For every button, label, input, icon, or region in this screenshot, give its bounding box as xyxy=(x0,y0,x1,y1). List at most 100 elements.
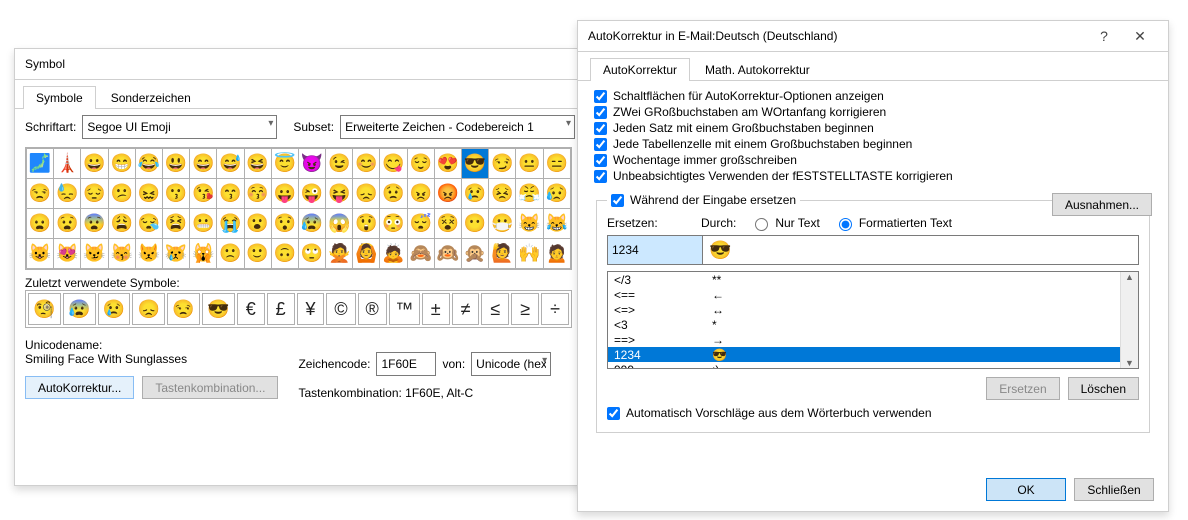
recent-cell[interactable]: ≥ xyxy=(511,293,539,325)
close-button[interactable]: Schließen xyxy=(1074,478,1154,501)
emoji-cell[interactable]: 😪 xyxy=(135,209,162,239)
emoji-cell[interactable]: 😩 xyxy=(108,209,135,239)
emoji-cell[interactable]: 🙆 xyxy=(353,239,380,269)
chk-capslock[interactable]: Unbeabsichtigtes Verwenden der fESTSTELL… xyxy=(594,169,1152,183)
emoji-cell[interactable]: 😀 xyxy=(81,149,108,179)
chk-table-cell[interactable]: Jede Tabellenzelle mit einem Großbuchsta… xyxy=(594,137,1152,151)
radio-formatted-text[interactable]: Formatierten Text xyxy=(834,215,952,231)
emoji-cell[interactable]: 🙄 xyxy=(298,239,325,269)
recent-cell[interactable]: 😎 xyxy=(202,293,235,325)
code-input[interactable] xyxy=(376,352,436,376)
chk-weekdays[interactable]: Wochentage immer großschreiben xyxy=(594,153,1152,167)
emoji-cell[interactable]: 😰 xyxy=(298,209,325,239)
emoji-cell[interactable]: 😺 xyxy=(27,239,54,269)
emoji-cell[interactable]: 😚 xyxy=(244,179,271,209)
list-row[interactable]: <3* xyxy=(608,317,1138,332)
emoji-cell[interactable]: 😯 xyxy=(271,209,298,239)
with-box[interactable]: 😎 xyxy=(702,235,1139,265)
recent-cell[interactable]: 😰 xyxy=(63,293,96,325)
autocorrect-button[interactable]: AutoKorrektur... xyxy=(25,376,134,399)
chk-two-caps[interactable]: ZWei GRoßbuchstaben am WOrtanfang korrig… xyxy=(594,105,1152,119)
emoji-cell[interactable]: 🙃 xyxy=(271,239,298,269)
emoji-cell[interactable]: 🙍 xyxy=(543,239,570,269)
emoji-cell[interactable]: 😍 xyxy=(434,149,461,179)
emoji-cell[interactable]: 😅 xyxy=(217,149,244,179)
emoji-cell[interactable]: 🙋 xyxy=(489,239,516,269)
emoji-cell[interactable]: 😡 xyxy=(434,179,461,209)
emoji-cell[interactable]: 😜 xyxy=(298,179,325,209)
emoji-cell[interactable]: 😓 xyxy=(54,179,81,209)
emoji-cell[interactable]: 😦 xyxy=(27,209,54,239)
emoji-cell[interactable]: 😝 xyxy=(326,179,353,209)
emoji-cell[interactable]: 😥 xyxy=(543,179,570,209)
emoji-cell[interactable]: 😙 xyxy=(217,179,244,209)
chk-sentence[interactable]: Jeden Satz mit einem Großbuchstaben begi… xyxy=(594,121,1152,135)
emoji-cell[interactable]: 😁 xyxy=(108,149,135,179)
emoji-cell[interactable]: 😌 xyxy=(407,149,434,179)
emoji-cell[interactable]: 😽 xyxy=(108,239,135,269)
font-select[interactable] xyxy=(82,115,277,139)
emoji-cell[interactable]: 🙇 xyxy=(380,239,407,269)
list-row[interactable]: ==>→ xyxy=(608,332,1138,347)
from-select[interactable] xyxy=(471,352,551,376)
emoji-cell[interactable]: 😏 xyxy=(489,149,516,179)
recent-cell[interactable]: ™ xyxy=(389,293,420,325)
recent-cell[interactable]: ÷ xyxy=(541,293,569,325)
replace-input[interactable] xyxy=(607,235,702,265)
emoji-cell[interactable]: 😑 xyxy=(543,149,570,179)
emoji-cell[interactable]: 😞 xyxy=(353,179,380,209)
emoji-cell[interactable]: 🗾 xyxy=(27,149,54,179)
chk-show-buttons[interactable]: Schaltflächen für AutoKorrektur-Optionen… xyxy=(594,89,1152,103)
emoji-cell[interactable]: 😎 xyxy=(462,149,489,179)
emoji-cell[interactable]: 🙁 xyxy=(217,239,244,269)
exceptions-button[interactable]: Ausnahmen... xyxy=(1052,193,1152,216)
emoji-cell[interactable]: 😨 xyxy=(81,209,108,239)
emoji-cell[interactable]: 😬 xyxy=(190,209,217,239)
emoji-cell[interactable]: 😈 xyxy=(298,149,325,179)
tab-autokorrektur[interactable]: AutoKorrektur xyxy=(590,58,690,81)
recent-cell[interactable]: £ xyxy=(267,293,295,325)
emoji-cell[interactable]: 😵 xyxy=(434,209,461,239)
list-row[interactable]: 999:) xyxy=(608,362,1138,369)
emoji-cell[interactable]: 😳 xyxy=(380,209,407,239)
recent-cell[interactable]: ± xyxy=(422,293,450,325)
emoji-cell[interactable]: 😱 xyxy=(326,209,353,239)
emoji-cell[interactable]: 😐 xyxy=(516,149,543,179)
recent-cell[interactable]: © xyxy=(326,293,355,325)
emoji-cell[interactable]: 😫 xyxy=(162,209,189,239)
recent-cell[interactable]: 😒 xyxy=(167,293,200,325)
emoji-cell[interactable]: 😹 xyxy=(543,209,570,239)
emoji-cell[interactable]: 😆 xyxy=(244,149,271,179)
emoji-cell[interactable]: 🙊 xyxy=(462,239,489,269)
emoji-cell[interactable]: 😾 xyxy=(135,239,162,269)
emoji-cell[interactable]: 😢 xyxy=(462,179,489,209)
emoji-cell[interactable]: 😣 xyxy=(489,179,516,209)
replace-button[interactable]: Ersetzen xyxy=(986,377,1059,400)
emoji-cell[interactable]: 😼 xyxy=(81,239,108,269)
emoji-cell[interactable]: 😻 xyxy=(54,239,81,269)
emoji-cell[interactable]: 😕 xyxy=(108,179,135,209)
shortcut-button[interactable]: Tastenkombination... xyxy=(142,376,278,399)
emoji-cell[interactable]: 😊 xyxy=(353,149,380,179)
tab-symbole[interactable]: Symbole xyxy=(23,86,96,109)
emoji-cell[interactable]: 🗼 xyxy=(54,149,81,179)
ok-button[interactable]: OK xyxy=(986,478,1066,501)
emoji-cell[interactable]: 🙈 xyxy=(407,239,434,269)
emoji-cell[interactable]: 😿 xyxy=(162,239,189,269)
emoji-cell[interactable]: 😷 xyxy=(489,209,516,239)
radio-plain-text[interactable]: Nur Text xyxy=(750,215,819,231)
recent-cell[interactable]: ≤ xyxy=(481,293,509,325)
chk-replace-while-typing[interactable]: Während der Eingabe ersetzen xyxy=(611,193,796,207)
delete-button[interactable]: Löschen xyxy=(1068,377,1139,400)
tab-sonderzeichen[interactable]: Sonderzeichen xyxy=(98,86,204,109)
emoji-cell[interactable]: 😘 xyxy=(190,179,217,209)
recent-cell[interactable]: 😢 xyxy=(98,293,131,325)
emoji-cell[interactable]: 😉 xyxy=(326,149,353,179)
recent-cell[interactable]: € xyxy=(237,293,265,325)
tab-math-autokorrektur[interactable]: Math. Autokorrektur xyxy=(692,58,823,81)
emoji-cell[interactable]: 😇 xyxy=(271,149,298,179)
emoji-cell[interactable]: 😲 xyxy=(353,209,380,239)
emoji-cell[interactable]: 😮 xyxy=(244,209,271,239)
emoji-cell[interactable]: 😂 xyxy=(135,149,162,179)
close-icon[interactable]: ✕ xyxy=(1122,22,1158,50)
